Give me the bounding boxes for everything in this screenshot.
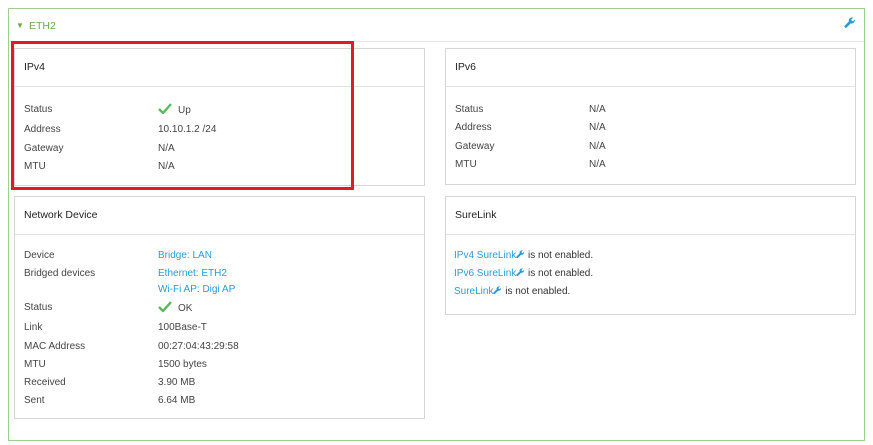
ipv6-panel: IPv6 Status N/A Address N/A Gateway N/A …: [445, 48, 856, 185]
device-label: Device: [24, 250, 55, 261]
wrench-icon[interactable]: [516, 250, 525, 259]
address-label: Address: [455, 122, 492, 133]
status-value: Up: [158, 103, 191, 118]
status-label: Status: [24, 104, 53, 115]
link-label: Link: [24, 322, 43, 333]
gateway-label: Gateway: [24, 143, 64, 154]
gateway-value: N/A: [158, 143, 175, 154]
eth2-section-header[interactable]: ▼ ETH2: [9, 9, 864, 42]
network-device-panel: Network Device Device Bridge: LAN Bridge…: [14, 196, 425, 419]
mac-label: MAC Address: [24, 341, 86, 352]
status-label: Status: [24, 302, 53, 313]
surelink-line: SureLink is not enabled.: [454, 286, 570, 297]
ipv4-surelink-link[interactable]: IPv4 SureLink: [454, 250, 516, 261]
not-enabled-text: is not enabled.: [525, 250, 594, 261]
status-label: Status: [455, 104, 484, 115]
network-device-panel-header: Network Device: [15, 197, 424, 235]
ipv6-panel-header: IPv6: [446, 49, 855, 87]
mtu-label: MTU: [24, 359, 46, 370]
address-value: N/A: [589, 122, 606, 133]
status-text: OK: [178, 303, 193, 314]
mtu-value: N/A: [158, 161, 175, 172]
check-icon: [158, 103, 172, 114]
wrench-icon[interactable]: [516, 268, 525, 277]
surelink-panel-header: SureLink: [446, 197, 855, 235]
section-title[interactable]: ETH2: [29, 20, 56, 32]
ipv4-title: IPv4: [24, 61, 46, 73]
surelink-link[interactable]: SureLink: [454, 286, 493, 297]
ipv4-surelink-line: IPv4 SureLink is not enabled.: [454, 250, 593, 261]
caret-down-icon[interactable]: ▼: [16, 21, 24, 30]
bridged-device-link-eth2[interactable]: Ethernet: ETH2: [158, 267, 227, 281]
check-icon: [158, 301, 172, 312]
mtu-value: 1500 bytes: [158, 359, 207, 370]
not-enabled-text: is not enabled.: [502, 286, 571, 297]
ipv6-surelink-link[interactable]: IPv6 SureLink: [454, 268, 516, 279]
ipv4-panel: IPv4 Status Up Address 10.10.1.2 /24 Gat…: [14, 48, 425, 186]
received-label: Received: [24, 377, 66, 388]
sent-value: 6.64 MB: [158, 395, 196, 406]
surelink-panel: SureLink IPv4 SureLink is not enabled. I…: [445, 196, 856, 315]
surelink-title: SureLink: [455, 209, 497, 221]
gateway-value: N/A: [589, 141, 606, 152]
received-value: 3.90 MB: [158, 377, 196, 388]
mtu-value: N/A: [589, 159, 606, 170]
mtu-label: MTU: [24, 161, 46, 172]
wrench-icon[interactable]: [844, 17, 856, 29]
mac-value: 00:27:04:43:29:58: [158, 341, 239, 352]
address-value: 10.10.1.2 /24: [158, 124, 217, 135]
address-label: Address: [24, 124, 61, 135]
ipv4-panel-header: IPv4: [15, 49, 424, 87]
status-value: OK: [158, 301, 192, 316]
gateway-label: Gateway: [455, 141, 495, 152]
mtu-label: MTU: [455, 159, 477, 170]
ipv6-surelink-line: IPv6 SureLink is not enabled.: [454, 268, 593, 279]
link-value: 100Base-T: [158, 322, 207, 333]
bridged-device-link-wifi[interactable]: Wi-Fi AP: Digi AP: [158, 283, 235, 297]
ipv6-title: IPv6: [455, 61, 477, 73]
bridged-devices-label: Bridged devices: [24, 268, 96, 279]
status-text: Up: [178, 105, 191, 116]
not-enabled-text: is not enabled.: [525, 268, 594, 279]
status-value: N/A: [589, 104, 606, 115]
sent-label: Sent: [24, 395, 45, 406]
network-device-title: Network Device: [24, 209, 98, 221]
device-link[interactable]: Bridge: LAN: [158, 249, 212, 263]
